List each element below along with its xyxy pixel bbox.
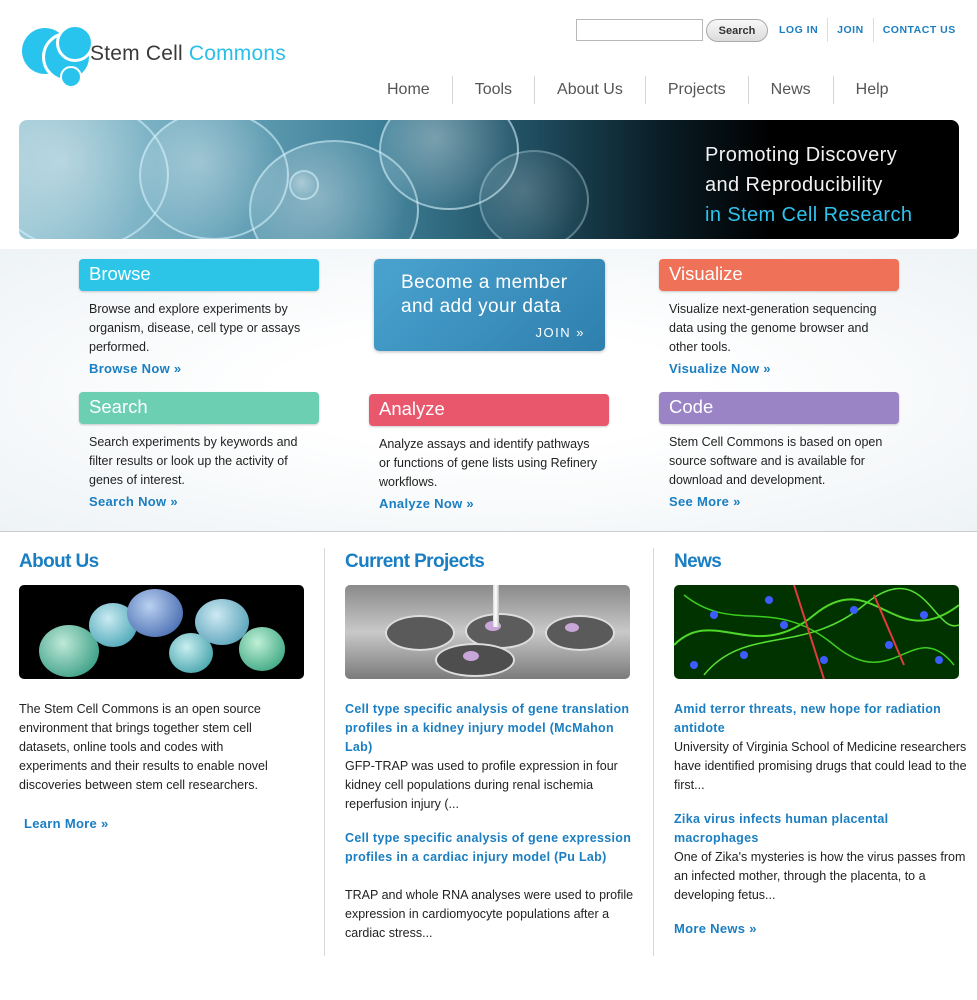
about-column: About Us The Stem Cell Commons is an ope…: [19, 548, 304, 831]
search-description: Search experiments by keywords and filte…: [89, 435, 298, 487]
news-summary: One of Zika's mysteries is how the virus…: [674, 850, 966, 902]
analyze-description: Analyze assays and identify pathways or …: [379, 437, 598, 489]
banner-tagline: Promoting Discovery and Reproducibility …: [705, 144, 913, 226]
about-text: The Stem Cell Commons is an open source …: [19, 702, 268, 792]
browse-now-link[interactable]: Browse Now »: [79, 357, 319, 376]
neuron-network-graphic: [674, 585, 959, 679]
search-heading[interactable]: Search: [79, 392, 319, 424]
member-line-2: and add your data: [401, 296, 561, 317]
login-link[interactable]: LOG IN: [770, 18, 827, 42]
stem-cells-image: [19, 585, 304, 679]
cell-graphic: [479, 150, 589, 239]
news-column: News Amid terror threats, new hope for r…: [674, 548, 969, 936]
news-title[interactable]: Zika virus infects human placental macro…: [674, 810, 969, 848]
browse-heading[interactable]: Browse: [79, 259, 319, 291]
site-logo[interactable]: Stem Cell Commons: [20, 22, 320, 96]
code-feature: Code Stem Cell Commons is based on open …: [659, 392, 899, 509]
visualize-description: Visualize next-generation sequencing dat…: [669, 302, 877, 354]
news-title[interactable]: Amid terror threats, new hope for radiat…: [674, 700, 969, 738]
member-line-1: Become a member: [401, 272, 568, 293]
nav-help[interactable]: Help: [832, 76, 911, 104]
search-feature: Search Search experiments by keywords an…: [79, 392, 319, 509]
neurons-image: [674, 585, 959, 679]
project-summary: GFP-TRAP was used to profile expression …: [345, 759, 618, 811]
more-news-link[interactable]: More News »: [674, 921, 757, 936]
contact-us-link[interactable]: CONTACT US: [872, 18, 965, 42]
utility-links: LOG IN JOIN CONTACT US: [770, 18, 965, 42]
column-divider: [653, 548, 654, 956]
nav-about-us[interactable]: About Us: [534, 76, 645, 104]
main-nav: Home Tools About Us Projects News Help: [365, 76, 911, 104]
code-description: Stem Cell Commons is based on open sourc…: [669, 435, 883, 487]
logo-circle-icon: [60, 66, 82, 88]
analyze-heading[interactable]: Analyze: [369, 394, 609, 426]
visualize-feature: Visualize Visualize next-generation sequ…: [659, 259, 899, 376]
join-label: JOIN »: [535, 325, 585, 340]
projects-column: Current Projects Cell type specific anal…: [345, 548, 635, 940]
visualize-heading[interactable]: Visualize: [659, 259, 899, 291]
nav-projects[interactable]: Projects: [644, 76, 748, 104]
become-member-button[interactable]: Become a member and add your data JOIN »: [374, 259, 605, 351]
project-title[interactable]: Cell type specific analysis of gene expr…: [345, 829, 635, 867]
nav-home[interactable]: Home: [365, 76, 452, 104]
news-summary: University of Virginia School of Medicin…: [674, 740, 967, 792]
feature-panel: Browse Browse and explore experiments by…: [0, 249, 977, 532]
project-title[interactable]: Cell type specific analysis of gene tran…: [345, 700, 635, 757]
join-link[interactable]: JOIN: [827, 18, 873, 42]
analyze-now-link[interactable]: Analyze Now »: [369, 492, 609, 511]
logo-circle-icon: [56, 24, 94, 62]
search-now-link[interactable]: Search Now »: [79, 490, 319, 509]
visualize-now-link[interactable]: Visualize Now »: [659, 357, 899, 376]
cell-graphic: [289, 170, 319, 200]
browse-feature: Browse Browse and explore experiments by…: [79, 259, 319, 376]
news-heading: News: [674, 551, 722, 572]
nav-news[interactable]: News: [747, 76, 833, 104]
hero-banner: Promoting Discovery and Reproducibility …: [19, 120, 959, 239]
browse-description: Browse and explore experiments by organi…: [89, 302, 301, 354]
see-more-link[interactable]: See More »: [659, 490, 899, 509]
project-summary: TRAP and whole RNA analyses were used to…: [345, 888, 634, 940]
learn-more-link[interactable]: Learn More »: [24, 816, 109, 831]
about-heading: About Us: [19, 551, 99, 572]
projects-heading: Current Projects: [345, 551, 485, 572]
lab-dish-image: [345, 585, 630, 679]
nav-tools[interactable]: Tools: [451, 76, 534, 104]
search-input[interactable]: [576, 19, 703, 41]
search-button[interactable]: Search: [706, 19, 768, 42]
logo-text: Stem Cell Commons: [90, 42, 286, 65]
analyze-feature: Analyze Analyze assays and identify path…: [369, 394, 609, 511]
column-divider: [324, 548, 325, 956]
code-heading[interactable]: Code: [659, 392, 899, 424]
